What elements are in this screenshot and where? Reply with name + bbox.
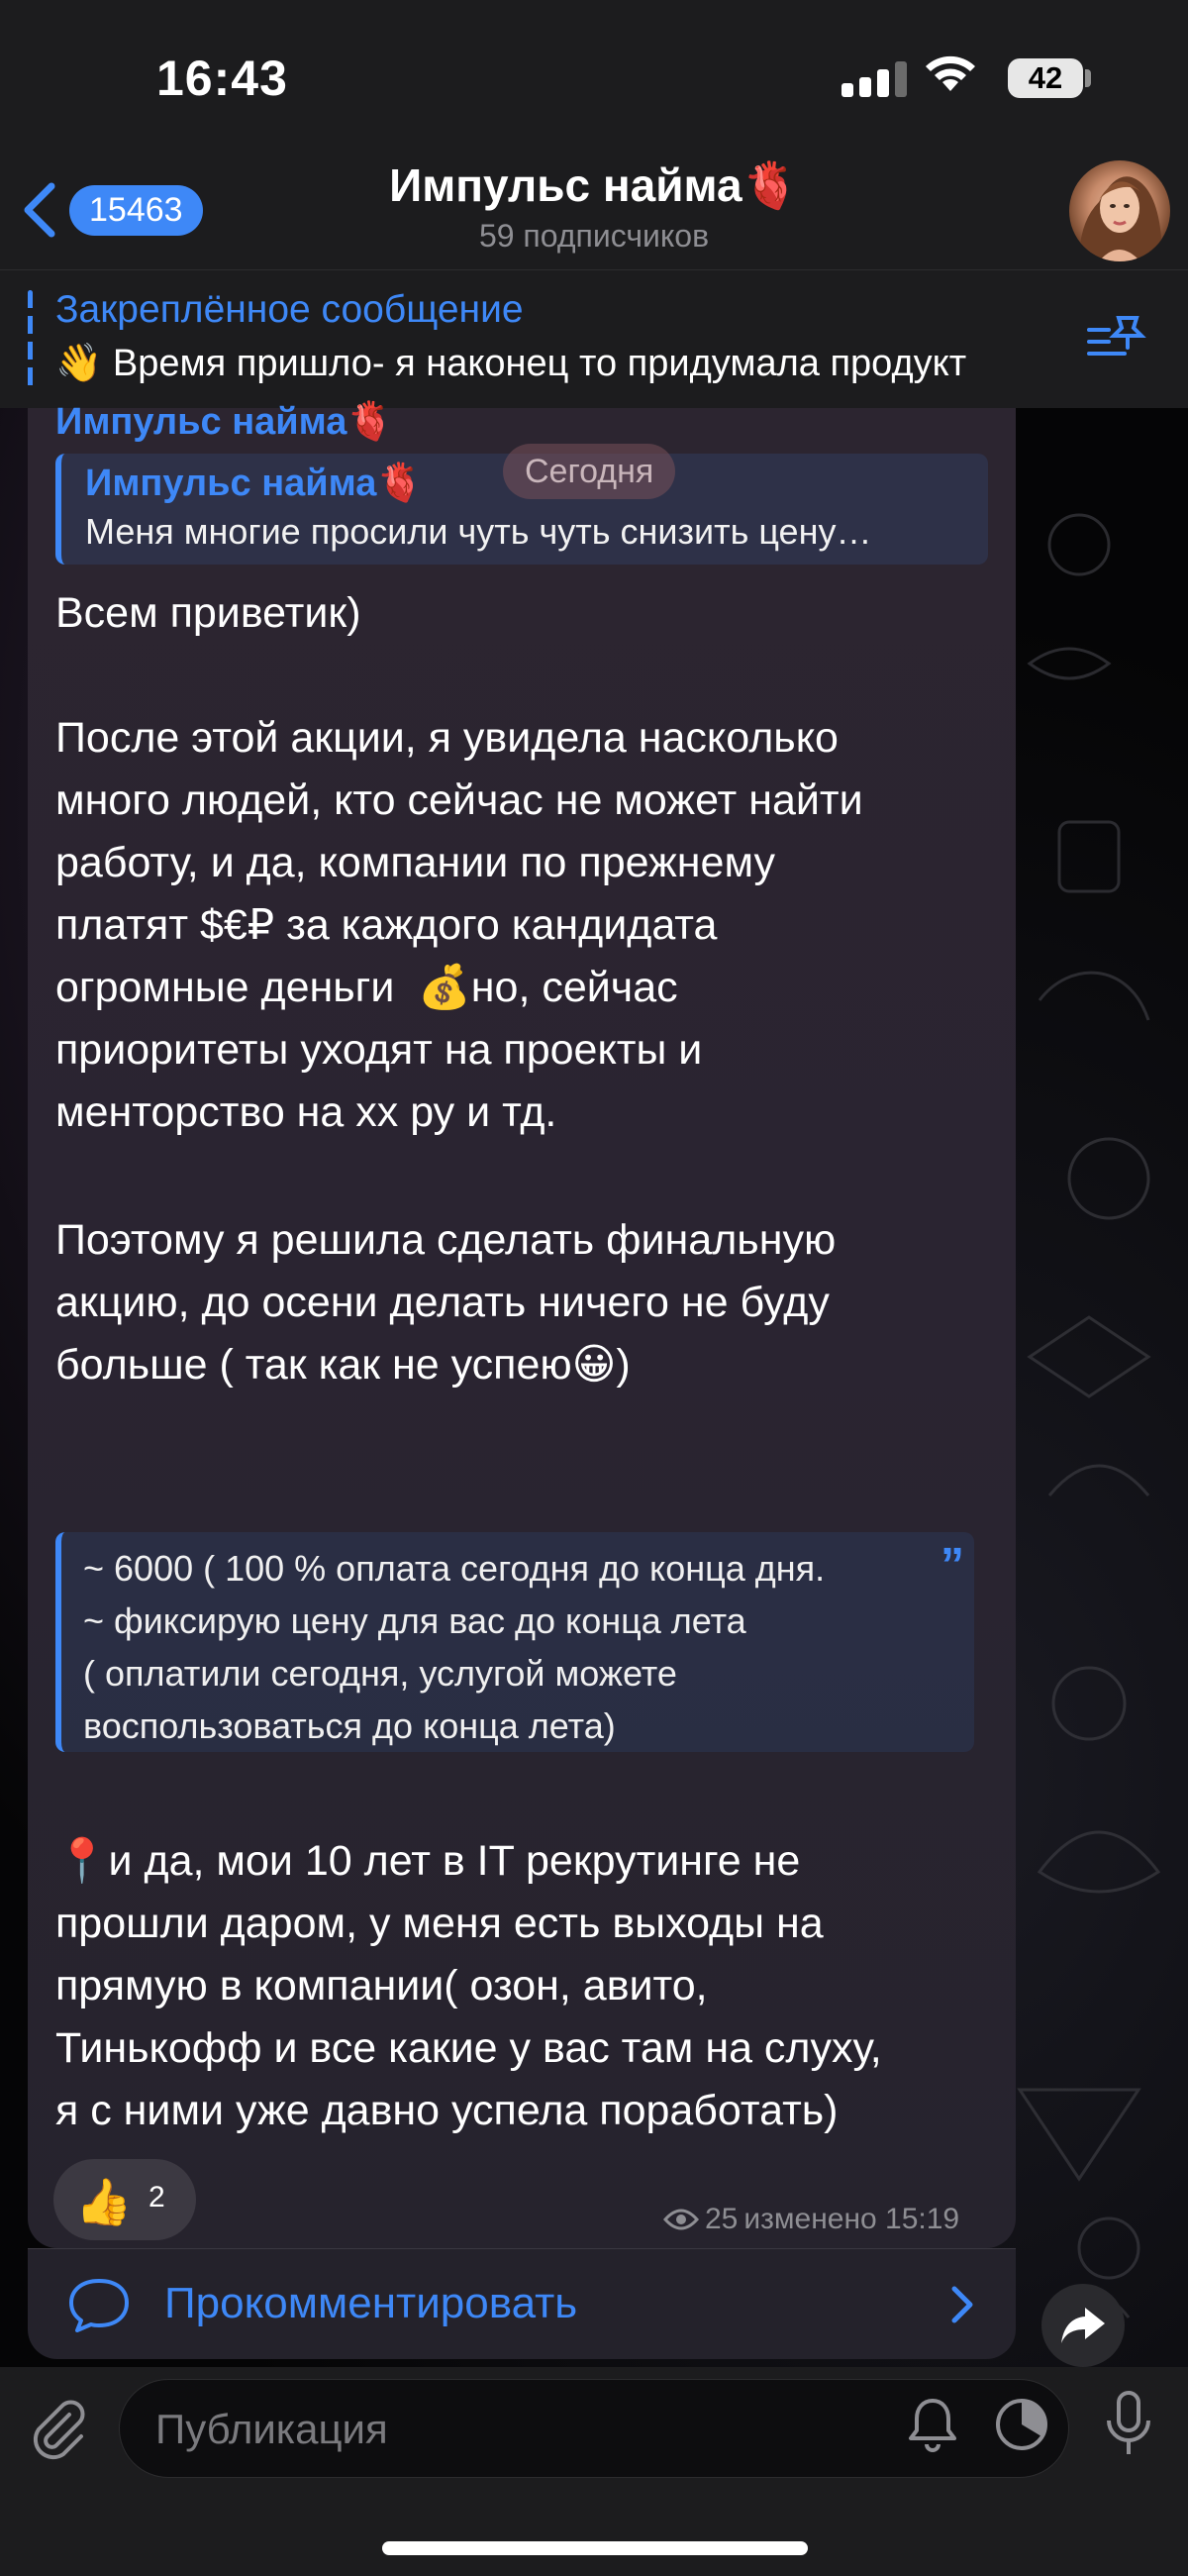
comment-label: Прокомментировать <box>164 2279 578 2327</box>
date-separator: Сегодня <box>503 444 676 499</box>
chevron-left-icon <box>24 182 55 238</box>
wifi-icon <box>926 55 975 91</box>
comment-button[interactable]: Прокомментировать <box>28 2248 1016 2359</box>
reply-author: Импульс найма🫀 <box>85 463 424 504</box>
message-paragraph-1: После этой акции, я увидела насколько мн… <box>55 714 863 1136</box>
reaction-emoji: 👍 <box>75 2176 133 2227</box>
message-sender[interactable]: Импульс найма🫀 <box>55 400 394 444</box>
status-bar: 16:43 42 <box>0 0 1188 158</box>
back-button[interactable]: 15463 <box>18 180 203 240</box>
paperclip-icon[interactable] <box>26 2397 89 2460</box>
input-bar: Публикация <box>0 2367 1188 2576</box>
unread-count-badge: 15463 <box>69 184 203 236</box>
quote-mark-icon: ” <box>940 1539 964 1592</box>
view-count: 25 <box>705 2203 739 2235</box>
channel-avatar[interactable] <box>1069 160 1170 261</box>
forward-button[interactable] <box>1041 2284 1125 2367</box>
eye-icon <box>663 2209 699 2230</box>
pinned-text: 👋 Время пришло- я наконец то придумала п… <box>55 343 967 384</box>
microphone-icon[interactable] <box>1101 2389 1156 2460</box>
battery-cap <box>1085 69 1091 87</box>
edited-time: изменено 15:19 <box>743 2203 960 2235</box>
share-arrow-icon <box>1061 2308 1105 2343</box>
comment-bubble-icon <box>69 2279 129 2332</box>
avatar-portrait <box>1079 176 1162 261</box>
message-meta: 25 изменено 15:19 <box>663 2203 959 2236</box>
reaction-count: 2 <box>148 2181 165 2214</box>
cellular-signal-icon <box>842 61 907 97</box>
message-paragraph-2: Поэтому я решила сделать финальную акцию… <box>55 1216 837 1389</box>
message-greeting: Всем приветик) <box>55 589 361 637</box>
message-paragraph-3: 📍и да, мои 10 лет в IT рекрутинге не про… <box>55 1837 882 2134</box>
chevron-right-icon <box>951 2286 973 2323</box>
pinned-indicator <box>28 290 33 389</box>
pinned-message-bar[interactable]: Закреплённое сообщение 👋 Время пришло- я… <box>0 269 1188 408</box>
pinned-list-icon[interactable] <box>1085 312 1148 367</box>
pinned-title: Закреплённое сообщение <box>55 288 524 331</box>
clock: 16:43 <box>156 51 288 106</box>
quote-text: ~ 6000 ( 100 % оплата сегодня до конца д… <box>83 1548 826 1746</box>
chat-header: Импульс найма🫀 59 подписчиков 15463 <box>0 158 1188 269</box>
bell-icon[interactable] <box>903 2395 962 2454</box>
block-quote: ~ 6000 ( 100 % оплата сегодня до конца д… <box>55 1532 974 1752</box>
schedule-timer-icon[interactable] <box>992 2395 1051 2454</box>
reply-text: Меня многие просили чуть чуть снизить це… <box>85 511 872 552</box>
battery-level: 42 <box>1008 58 1083 98</box>
reaction-thumbs-up[interactable]: 👍 2 <box>53 2159 196 2240</box>
home-indicator[interactable] <box>382 2541 808 2555</box>
input-placeholder: Публикация <box>155 2406 388 2452</box>
